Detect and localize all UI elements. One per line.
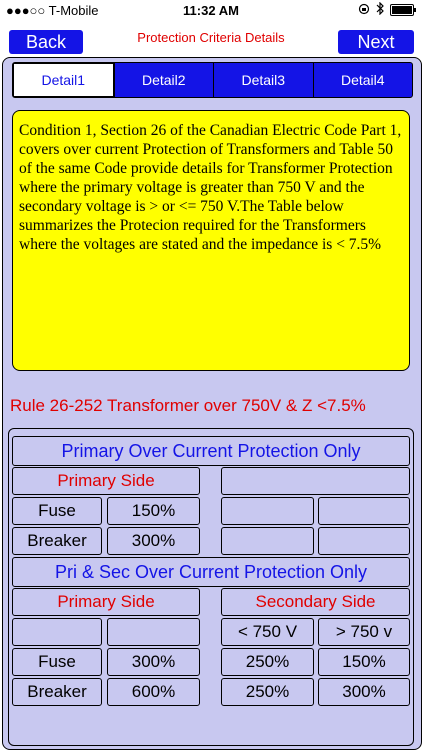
next-button[interactable]: Next <box>338 30 414 54</box>
empty-cell <box>221 467 410 495</box>
empty-cell <box>318 527 410 555</box>
tab-label: Detail2 <box>141 72 186 88</box>
breaker-label: Breaker <box>12 527 102 555</box>
empty-cell <box>107 618 200 646</box>
tab-detail4[interactable]: Detail4 <box>312 63 413 97</box>
secondary-side-label: Secondary Side <box>221 588 410 616</box>
pri-sec-primary-side-label: Primary Side <box>12 588 200 616</box>
empty-cell <box>318 497 410 525</box>
primary-only-fuse-value: 150% <box>107 497 200 525</box>
fuse-label: Fuse <box>12 497 102 525</box>
pri-sec-breaker-primary: 600% <box>107 678 200 706</box>
tab-detail2[interactable]: Detail2 <box>113 63 214 97</box>
status-bar: ●●●○○ T-Mobile 11:32 AM <box>0 0 422 22</box>
pri-sec-fuse-sec-gt: 150% <box>318 648 410 676</box>
tab-detail3[interactable]: Detail3 <box>213 63 313 97</box>
empty-cell <box>12 618 102 646</box>
page-title: Protection Criteria Details <box>137 30 285 45</box>
primary-only-header: Primary Over Current Protection Only <box>12 436 410 466</box>
tab-label: Detail1 <box>41 72 86 88</box>
pri-sec-header: Pri & Sec Over Current Protection Only <box>12 557 410 587</box>
pri-sec-fuse-label: Fuse <box>12 648 102 676</box>
back-button-label: Back <box>25 31 67 52</box>
back-button[interactable]: Back <box>9 30 83 54</box>
sec-lt-750-header: < 750 V <box>221 618 314 646</box>
empty-cell <box>221 527 314 555</box>
pri-sec-breaker-label: Breaker <box>12 678 102 706</box>
bluetooth-icon <box>376 1 384 18</box>
tab-detail1[interactable]: Detail1 <box>13 63 114 97</box>
pri-sec-fuse-primary: 300% <box>107 648 200 676</box>
pri-sec-fuse-sec-lt: 250% <box>221 648 314 676</box>
pri-sec-breaker-sec-gt: 300% <box>318 678 410 706</box>
next-button-label: Next <box>357 31 395 52</box>
pri-sec-breaker-sec-lt: 250% <box>221 678 314 706</box>
status-icons <box>358 1 416 18</box>
tab-label: Detail3 <box>241 72 286 88</box>
battery-icon <box>390 4 416 16</box>
primary-side-label: Primary Side <box>12 467 200 495</box>
detail-tabs: Detail1 Detail2 Detail3 Detail4 <box>12 62 413 98</box>
tab-label: Detail4 <box>340 72 385 88</box>
primary-only-breaker-value: 300% <box>107 527 200 555</box>
empty-cell <box>221 497 314 525</box>
sec-gt-750-header: > 750 v <box>318 618 410 646</box>
rule-title: Rule 26-252 Transformer over 750V & Z <7… <box>10 396 366 415</box>
orientation-lock-icon <box>358 3 370 18</box>
description-text: Condition 1, Section 26 of the Canadian … <box>12 110 410 371</box>
